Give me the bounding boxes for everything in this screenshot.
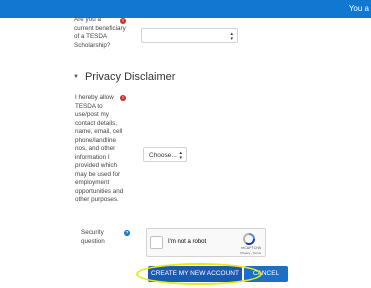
help-icon[interactable]: ? — [124, 230, 130, 236]
user-menu-text[interactable]: You a — [349, 4, 369, 13]
label-line: phone/landline — [75, 136, 116, 144]
top-navbar: You a — [0, 0, 371, 18]
label-line: employment — [75, 179, 110, 186]
recaptcha-brand: reCAPTCHA — [241, 246, 261, 250]
collapse-triangle-icon: ▼ — [73, 74, 79, 80]
label-line: I hereby allow — [75, 94, 114, 101]
chevron-updown-icon: ▴ ▾ — [230, 31, 233, 42]
recaptcha-checkbox[interactable] — [150, 236, 163, 249]
security-question-label: Security question — [81, 229, 105, 246]
recaptcha-widget: I'm not a robot reCAPTCHA Privacy - Term… — [146, 228, 266, 257]
label-line: TESDA to — [75, 102, 103, 110]
label-line: nos, and other — [75, 145, 116, 152]
recaptcha-terms[interactable]: Privacy - Terms — [240, 251, 261, 255]
label-line: current beneficiary — [74, 24, 126, 32]
label-line: opportunities and — [75, 187, 124, 195]
tesda-question-label: Are you a current beneficiary of a TESDA… — [74, 16, 126, 50]
label-line: other purposes. — [75, 196, 119, 203]
label-line: of a TESDA — [74, 33, 108, 40]
label-line: name, email, cell — [75, 128, 123, 135]
recaptcha-label: I'm not a robot — [168, 239, 207, 245]
section-title: Privacy Disclaimer — [84, 71, 176, 83]
recaptcha-logo-icon — [243, 233, 255, 245]
chevron-updown-icon: ▴ ▾ — [179, 150, 182, 161]
highlight-annotation — [136, 263, 262, 285]
select-value: Choose... — [149, 152, 177, 159]
privacy-consent-select[interactable]: Choose... ▴ ▾ — [143, 147, 187, 162]
label-line: information I — [75, 153, 110, 161]
required-icon: ! — [120, 95, 126, 101]
label-line: question — [81, 237, 105, 245]
privacy-consent-label: I hereby allow TESDA to use/post my cont… — [75, 94, 123, 205]
privacy-disclaimer-heading[interactable]: ▼ Privacy Disclaimer — [73, 71, 175, 83]
label-line: use/post my — [75, 111, 109, 118]
label-line: Scholarship? — [74, 41, 111, 49]
label-line: provided which — [75, 162, 118, 169]
label-line: Security — [81, 229, 104, 236]
required-icon: ! — [120, 18, 126, 24]
tesda-scholarship-select[interactable]: ▴ ▾ — [141, 28, 238, 43]
label-line: Are you a — [74, 16, 101, 23]
label-line: contact details, — [75, 119, 118, 127]
label-line: may be used for — [75, 170, 121, 178]
